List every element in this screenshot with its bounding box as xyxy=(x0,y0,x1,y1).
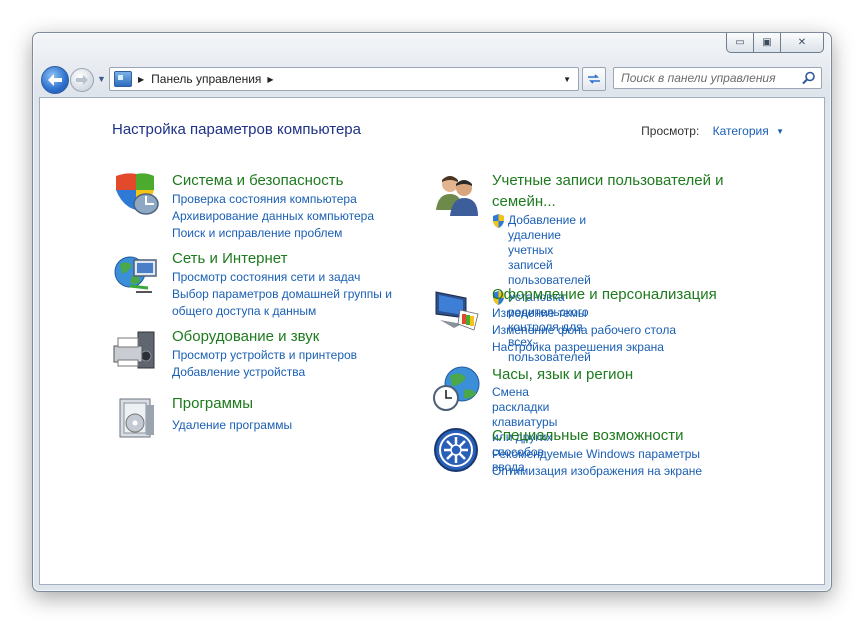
page-title: Настройка параметров компьютера xyxy=(112,121,361,138)
maximize-icon: ▣ xyxy=(762,37,772,48)
category-title[interactable]: Оборудование и звук xyxy=(172,326,319,347)
category-title[interactable]: Учетные записи пользователей и семейн... xyxy=(492,170,724,212)
breadcrumb-chevron-icon[interactable]: ▶ xyxy=(138,75,144,84)
back-button[interactable] xyxy=(41,66,69,94)
control-panel-icon xyxy=(114,71,132,87)
forward-button[interactable] xyxy=(70,68,94,92)
uac-shield-icon xyxy=(493,214,504,228)
search-icon[interactable] xyxy=(802,71,816,85)
category-title[interactable]: Специальные возможности xyxy=(492,425,684,446)
link-network-status[interactable]: Просмотр состояния сети и задач xyxy=(172,269,392,286)
personalization-monitor-icon xyxy=(435,291,479,331)
refresh-icon xyxy=(588,74,600,84)
link-line[interactable]: Добавление и удаление учетных записей xyxy=(508,213,586,272)
control-panel-window: ▭ ▣ ✕ ▼ ▶ Панель управления ▶ ▼ Поиск в … xyxy=(32,32,832,592)
refresh-button[interactable] xyxy=(582,67,606,91)
address-bar[interactable]: ▶ Панель управления ▶ ▼ xyxy=(109,67,579,91)
breadcrumb-control-panel[interactable]: Панель управления xyxy=(151,72,261,86)
close-button[interactable]: ✕ xyxy=(781,33,824,53)
category-title[interactable]: Сеть и Интернет xyxy=(172,248,288,269)
caption-buttons: ▭ ▣ ✕ xyxy=(726,33,824,53)
users-icon xyxy=(436,176,478,216)
ease-of-access-icon xyxy=(434,428,478,472)
link-screen-resolution[interactable]: Настройка разрешения экрана xyxy=(492,339,676,356)
link-homegroup-options-continued[interactable]: общего доступа к данным xyxy=(172,303,392,320)
content-pane: Настройка параметров компьютера Просмотр… xyxy=(39,97,825,585)
view-label: Просмотр: xyxy=(641,124,700,138)
link-add-device[interactable]: Добавление устройства xyxy=(172,364,357,381)
maximize-button[interactable]: ▣ xyxy=(754,33,781,53)
system-security-shield-icon xyxy=(116,173,159,215)
search-box[interactable] xyxy=(613,67,822,89)
category-title-line1[interactable]: Учетные записи пользователей и xyxy=(492,172,724,189)
link-homegroup-options[interactable]: Выбор параметров домашней группы и xyxy=(172,286,392,303)
category-title-line2[interactable]: семейн... xyxy=(492,193,556,210)
link-change-theme[interactable]: Изменение темы xyxy=(492,305,676,322)
close-icon: ✕ xyxy=(797,37,807,48)
printer-hardware-icon xyxy=(113,331,155,369)
programs-icon xyxy=(119,398,154,438)
breadcrumb-chevron-icon[interactable]: ▶ xyxy=(267,75,273,84)
link-add-remove-accounts[interactable]: Добавление и удаление учетных записей по… xyxy=(492,213,591,288)
category-title[interactable]: Система и безопасность xyxy=(172,170,343,191)
view-category-dropdown[interactable]: Категория xyxy=(713,124,769,138)
link-recommended-settings[interactable]: Рекомендуемые Windows параметры xyxy=(492,446,702,463)
search-input[interactable] xyxy=(614,68,806,88)
minimize-icon: ▭ xyxy=(735,37,745,48)
category-title[interactable]: Оформление и персонализация xyxy=(492,284,717,305)
navigation-bar: ▼ ▶ Панель управления ▶ ▼ xyxy=(41,66,823,94)
link-check-computer-status[interactable]: Проверка состояния компьютера xyxy=(172,191,374,208)
category-title[interactable]: Часы, язык и регион xyxy=(492,364,633,385)
minimize-button[interactable]: ▭ xyxy=(726,33,754,53)
link-uninstall-program[interactable]: Удаление программы xyxy=(172,417,292,434)
link-change-desktop-background[interactable]: Изменение фона рабочего стола xyxy=(492,322,676,339)
link-devices-printers[interactable]: Просмотр устройств и принтеров xyxy=(172,347,357,364)
address-dropdown-icon[interactable]: ▼ xyxy=(563,75,571,84)
link-backup-computer[interactable]: Архивирование данных компьютера xyxy=(172,208,374,225)
recent-pages-dropdown[interactable]: ▼ xyxy=(97,74,106,84)
category-title[interactable]: Программы xyxy=(172,393,253,414)
arrow-left-icon xyxy=(48,74,62,86)
link-troubleshoot[interactable]: Поиск и исправление проблем xyxy=(172,225,374,242)
link-optimize-display[interactable]: Оптимизация изображения на экране xyxy=(492,463,702,480)
network-globe-icon xyxy=(114,256,157,293)
clock-globe-icon xyxy=(433,366,480,411)
chevron-down-icon[interactable]: ▼ xyxy=(776,127,784,136)
arrow-right-icon xyxy=(76,75,88,85)
view-selector: Просмотр: Категория ▼ xyxy=(641,124,784,138)
